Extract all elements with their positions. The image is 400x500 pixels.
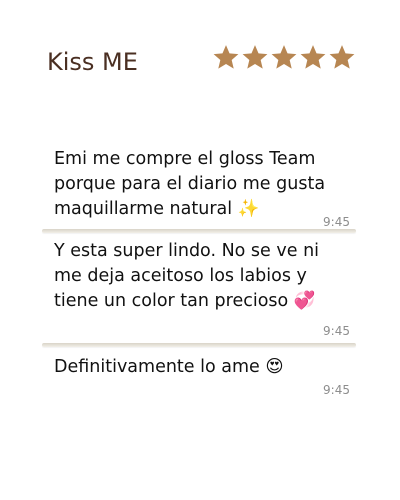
message-divider (42, 229, 356, 233)
brand-name: Kiss ME (47, 48, 138, 76)
star-icon (213, 45, 239, 69)
star-rating (212, 43, 356, 75)
message-bubble: Emi me compre el gloss Team porque para … (40, 140, 360, 230)
star-icon (329, 45, 355, 69)
star-icon (300, 45, 326, 69)
star-icon (242, 45, 268, 69)
message-bubble: Y esta super lindo. No se ve ni me deja … (40, 235, 360, 345)
star-icon (271, 45, 297, 69)
message-text: Definitivamente lo ame 😍 (54, 357, 284, 377)
message-bubble: Definitivamente lo ame 😍 9:45 (40, 350, 360, 397)
message-text: Y esta super lindo. No se ve ni me deja … (54, 241, 320, 311)
message-text: Emi me compre el gloss Team porque para … (54, 149, 326, 219)
message-time: 9:45 (323, 383, 350, 397)
message-time: 9:45 (323, 324, 350, 338)
message-divider (42, 343, 356, 347)
review-header: Kiss ME (0, 0, 400, 100)
